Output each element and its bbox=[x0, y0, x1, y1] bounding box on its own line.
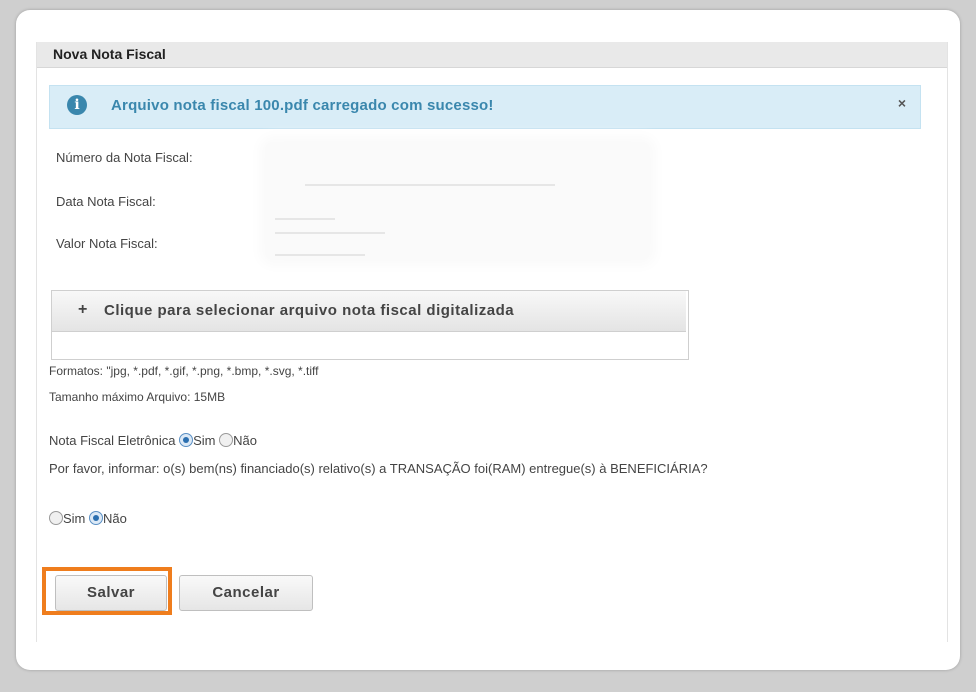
entrega-nao-radio[interactable] bbox=[89, 511, 104, 525]
entrega-sim-label[interactable]: Sim bbox=[63, 511, 85, 526]
entrega-nao-label[interactable]: Não bbox=[103, 511, 127, 526]
eletronica-label: Nota Fiscal Eletrônica bbox=[49, 433, 176, 448]
numero-nota-input[interactable] bbox=[305, 184, 555, 186]
eletronica-sim-label[interactable]: Sim bbox=[193, 433, 215, 448]
dialog-title: Nova Nota Fiscal bbox=[37, 42, 947, 68]
eletronica-row: Nota Fiscal Eletrônica Sim Não bbox=[49, 433, 257, 448]
eletronica-nao-label[interactable]: Não bbox=[233, 433, 257, 448]
select-file-button[interactable]: + Clique para selecionar arquivo nota fi… bbox=[52, 291, 686, 332]
plus-icon: + bbox=[78, 301, 88, 318]
eletronica-nao-radio[interactable] bbox=[219, 433, 234, 447]
entrega-sim-radio[interactable] bbox=[49, 511, 63, 525]
close-icon[interactable]: × bbox=[898, 95, 906, 111]
nova-nota-fiscal-dialog: Nova Nota Fiscal i Arquivo nota fiscal 1… bbox=[36, 42, 948, 642]
valor-nota-label: Valor Nota Fiscal: bbox=[56, 236, 158, 251]
cancel-button[interactable]: Cancelar bbox=[179, 575, 313, 611]
success-alert: i Arquivo nota fiscal 100.pdf carregado … bbox=[49, 85, 921, 129]
eletronica-sim-radio[interactable] bbox=[179, 433, 194, 447]
upload-box: + Clique para selecionar arquivo nota fi… bbox=[51, 290, 689, 360]
save-button-highlight bbox=[42, 567, 172, 615]
select-file-label: Clique para selecionar arquivo nota fisc… bbox=[104, 302, 515, 319]
entrega-row: Sim Não bbox=[49, 511, 127, 526]
entrega-question: Por favor, informar: o(s) bem(ns) financ… bbox=[49, 461, 708, 476]
data-nota-input-shadow bbox=[275, 232, 385, 234]
formats-text: Formatos: "jpg, *.pdf, *.gif, *.png, *.b… bbox=[49, 364, 319, 378]
data-nota-label: Data Nota Fiscal: bbox=[56, 194, 156, 209]
max-size-text: Tamanho máximo Arquivo: 15MB bbox=[49, 390, 226, 404]
numero-nota-label: Número da Nota Fiscal: bbox=[56, 150, 193, 165]
valor-nota-input[interactable] bbox=[275, 254, 365, 256]
alert-message: Arquivo nota fiscal 100.pdf carregado co… bbox=[111, 97, 494, 114]
info-icon: i bbox=[67, 95, 87, 115]
data-nota-input[interactable] bbox=[275, 218, 335, 220]
redacted-inputs-area bbox=[265, 142, 650, 260]
